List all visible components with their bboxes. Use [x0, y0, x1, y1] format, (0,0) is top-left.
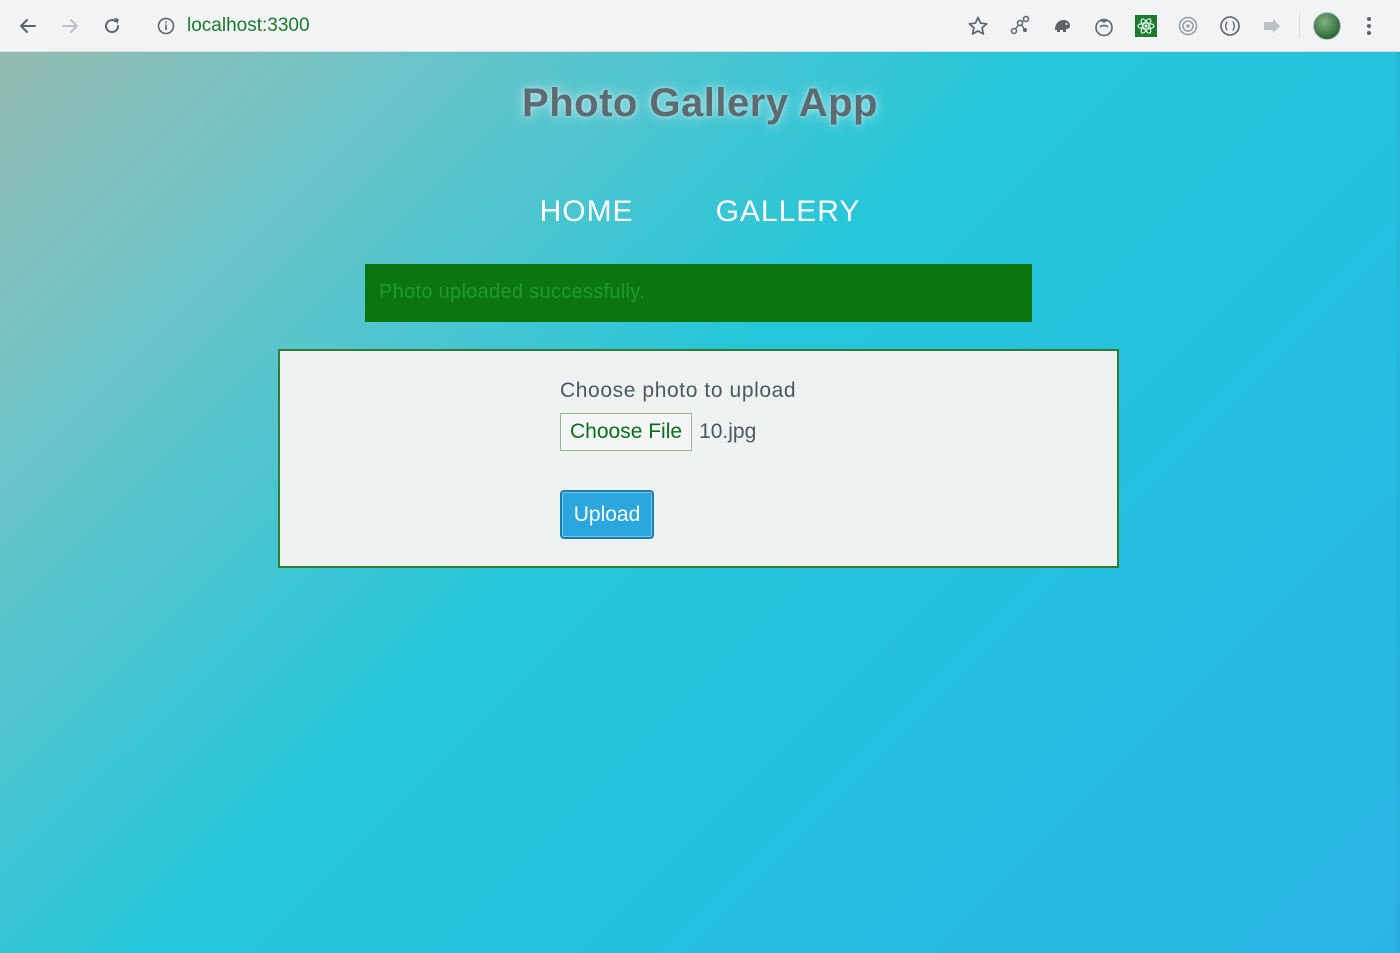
main-nav: HOME GALLERY — [0, 195, 1400, 229]
forward-shape-icon — [1264, 18, 1280, 33]
scrollbar-edge — [1396, 52, 1400, 953]
elephant-extension-icon — [1055, 19, 1070, 32]
forward-button[interactable] — [49, 0, 91, 52]
bookmark-star-button[interactable] — [957, 5, 999, 47]
upload-form: Choose photo to upload Choose File 10.jp… — [560, 379, 796, 539]
address-bar[interactable]: localhost:3300 — [157, 8, 917, 44]
back-arrow-icon — [20, 18, 36, 33]
forward-shape-extension-button[interactable] — [1251, 5, 1293, 47]
url-text: localhost:3300 — [187, 14, 310, 36]
selected-file-name: 10.jpg — [699, 420, 757, 443]
browser-toolbar: localhost:3300 — [0, 0, 1400, 52]
nav-home-link[interactable]: HOME — [540, 195, 634, 229]
choose-file-button[interactable]: Choose File — [560, 413, 693, 451]
toolbar-separator — [1299, 13, 1300, 38]
reload-icon — [105, 17, 120, 33]
page-title: Photo Gallery App — [522, 81, 878, 125]
forward-arrow-icon — [62, 18, 78, 33]
avatar — [1313, 11, 1341, 40]
page-viewport: Photo Gallery App HOME GALLERY Photo upl… — [0, 52, 1400, 953]
react-devtools-icon — [1135, 14, 1157, 37]
three-dots-icon — [1367, 16, 1371, 35]
upload-card: Choose photo to upload Choose File 10.jp… — [278, 349, 1119, 568]
target-extension-icon — [1178, 16, 1198, 35]
target-extension-button[interactable] — [1167, 5, 1209, 47]
green-extension-button[interactable] — [1125, 5, 1167, 47]
back-button[interactable] — [7, 0, 49, 52]
upload-button[interactable]: Upload — [560, 490, 654, 539]
graph-extension-icon — [1010, 15, 1030, 34]
elephant-extension-button[interactable] — [1041, 5, 1083, 47]
success-alert: Photo uploaded successfully. — [365, 264, 1032, 322]
upload-label: Choose photo to upload — [560, 379, 797, 402]
tomato-timer-icon — [1095, 18, 1113, 36]
reload-button[interactable] — [91, 0, 133, 52]
extensions-area — [957, 0, 1400, 52]
info-icon[interactable] — [157, 17, 175, 35]
file-input-row: Choose File 10.jpg — [560, 413, 796, 451]
graph-extension-button[interactable] — [999, 5, 1041, 47]
tomato-timer-button[interactable] — [1083, 5, 1125, 47]
browser-menu-button[interactable] — [1348, 5, 1390, 47]
profile-button[interactable] — [1306, 5, 1348, 47]
code-extension-button[interactable] — [1209, 5, 1251, 47]
code-braces-icon — [1220, 15, 1240, 36]
star-icon — [968, 16, 988, 35]
nav-gallery-link[interactable]: GALLERY — [716, 195, 861, 229]
